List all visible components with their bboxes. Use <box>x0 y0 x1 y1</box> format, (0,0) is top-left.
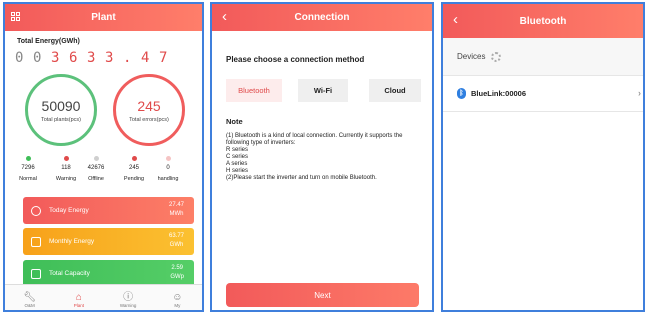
stat-handling[interactable]: 0 handling <box>151 156 185 182</box>
stat-label: Offline <box>88 176 104 182</box>
card-unit: GWp <box>170 274 184 280</box>
monthly-energy-card[interactable]: Monthly Energy 63.77 GWh <box>23 228 194 255</box>
energy-digit: 3 <box>51 50 60 66</box>
devices-section-header: Devices <box>443 38 643 76</box>
card-value: 63.77 GWh <box>169 232 184 250</box>
total-energy-counter: 0 0 3 6 3 3 . 4 7 <box>15 50 202 66</box>
card-unit: MWh <box>169 211 184 217</box>
bottom-tab-bar: 🔧︎ O&M ⌂ Plant ⓘ Warning ☺ My <box>5 284 202 310</box>
stat-label: Warning <box>55 176 77 182</box>
note-title: Note <box>226 117 243 126</box>
card-title: Today Energy <box>49 207 89 214</box>
stat-offline[interactable]: 42676 Offline <box>79 156 113 182</box>
plant-screen: Plant Total Energy(GWh) 0 0 3 6 3 3 . 4 … <box>3 2 204 312</box>
grid-menu-icon[interactable] <box>11 12 21 22</box>
back-arrow-icon[interactable]: ‹ <box>453 11 458 28</box>
bluetooth-header: ‹ Bluetooth <box>443 4 643 38</box>
bluetooth-title: Bluetooth <box>519 15 567 27</box>
battery-icon <box>31 268 41 279</box>
plant-title: Plant <box>91 12 116 23</box>
energy-digit: 0 <box>33 50 42 66</box>
tab-label: My <box>174 303 181 308</box>
tab-label: O&M <box>24 303 35 308</box>
energy-digit: 3 <box>105 50 114 66</box>
back-arrow-icon[interactable]: ‹ <box>222 8 227 25</box>
connection-title: Connection <box>294 12 350 23</box>
tab-om[interactable]: 🔧︎ O&M <box>5 285 54 310</box>
bluetooth-screen: ‹ Bluetooth Devices ᛒ BlueLink:00006 › <box>441 2 645 312</box>
connection-screen: ‹ Connection Please choose a connection … <box>210 2 434 312</box>
tab-my[interactable]: ☺ My <box>153 285 202 310</box>
stat-value: 0 <box>166 165 170 171</box>
total-capacity-card[interactable]: Total Capacity 2.59 GWp <box>23 260 194 287</box>
stat-value: 118 <box>61 165 71 171</box>
energy-digit: 0 <box>15 50 24 66</box>
energy-digit: 6 <box>69 50 78 66</box>
wrench-icon: 🔧︎ <box>23 292 36 303</box>
energy-decimal-point: . <box>123 50 132 66</box>
total-plants-label: Total plants(pcs) <box>40 116 82 123</box>
stat-pending[interactable]: 245 Pending <box>117 156 151 182</box>
clock-icon <box>31 205 41 216</box>
stat-warning[interactable]: 118 Warning <box>49 156 83 182</box>
bluetooth-method-button[interactable]: Bluetooth <box>226 79 282 102</box>
summary-circles: 50090 Total plants(pcs) 245 Total errors… <box>5 74 202 156</box>
energy-digit: 4 <box>141 50 150 66</box>
card-number: 63.77 <box>168 233 184 239</box>
card-unit: GWh <box>169 242 184 248</box>
person-icon: ☺ <box>172 292 183 303</box>
stat-normal[interactable]: 7296 Normal <box>11 156 45 182</box>
energy-digit: 3 <box>87 50 96 66</box>
total-plants-circle[interactable]: 50090 Total plants(pcs) <box>25 74 97 146</box>
stat-label: Pending <box>123 176 145 182</box>
stat-label: Normal <box>19 176 37 182</box>
connection-header: ‹ Connection <box>212 4 432 31</box>
total-errors-label: Total errors(pcs) <box>129 116 169 123</box>
tab-plant[interactable]: ⌂ Plant <box>54 285 103 310</box>
status-dot-icon <box>63 156 69 161</box>
connection-prompt: Please choose a connection method <box>226 55 365 64</box>
status-dot-icon <box>25 156 31 161</box>
status-stats: 7296 Normal 118 Warning 42676 Offline 24… <box>5 156 202 186</box>
note-text: (1) Bluetooth is a kind of local connect… <box>226 133 403 181</box>
loading-spinner-icon <box>491 51 502 62</box>
status-dot-icon <box>131 156 137 161</box>
connection-method-group: Bluetooth Wi-Fi Cloud <box>212 79 432 103</box>
home-icon: ⌂ <box>75 292 82 303</box>
chevron-right-icon: › <box>638 88 641 98</box>
card-number: 2.59 <box>171 265 183 271</box>
status-dot-icon <box>93 156 99 161</box>
total-errors-circle[interactable]: 245 Total errors(pcs) <box>113 74 185 146</box>
plant-header: Plant <box>5 4 202 31</box>
next-button[interactable]: Next <box>226 283 419 307</box>
card-value: 2.59 GWp <box>170 264 184 282</box>
cloud-method-button[interactable]: Cloud <box>369 79 421 102</box>
status-dot-icon <box>165 156 171 161</box>
card-title: Total Capacity <box>49 270 90 277</box>
total-energy-label: Total Energy(GWh) <box>17 38 80 45</box>
device-name: BlueLink:00006 <box>471 89 527 98</box>
tab-label: Warning <box>119 303 137 308</box>
bluetooth-icon: ᛒ <box>457 88 466 99</box>
stat-value: 245 <box>128 165 139 171</box>
stat-label: handling <box>157 176 179 182</box>
today-energy-card[interactable]: Today Energy 27.47 MWh <box>23 197 194 224</box>
card-title: Monthly Energy <box>49 238 95 245</box>
energy-digit: 7 <box>159 50 168 66</box>
tab-warning[interactable]: ⓘ Warning <box>104 285 153 310</box>
device-list-item[interactable]: ᛒ BlueLink:00006 › <box>443 76 643 112</box>
stat-value: 42676 <box>87 165 105 171</box>
total-errors-value: 245 <box>137 97 161 114</box>
devices-label: Devices <box>457 52 486 61</box>
card-number: 27.47 <box>168 202 184 208</box>
stat-value: 7296 <box>21 165 35 171</box>
wifi-method-button[interactable]: Wi-Fi <box>298 79 348 102</box>
tab-label: Plant <box>73 303 84 308</box>
card-value: 27.47 MWh <box>169 201 184 219</box>
calendar-icon <box>31 236 41 247</box>
alert-icon: ⓘ <box>123 292 134 303</box>
total-plants-value: 50090 <box>41 97 81 114</box>
